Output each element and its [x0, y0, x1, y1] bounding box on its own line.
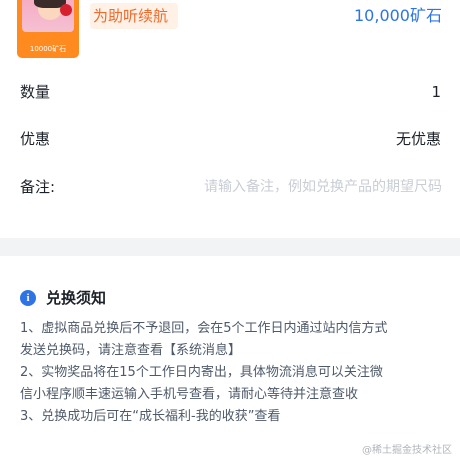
- section-divider: [0, 238, 460, 256]
- info-icon: i: [20, 290, 36, 306]
- notice-line: 发送兑换码，请注意查看【系统消息】: [20, 343, 242, 358]
- product-thumbnail: 10000矿石: [17, 0, 79, 58]
- notice-line: 1、虚拟商品兑换后不予退回，会在5个工作日内通过站内信方式: [20, 321, 388, 336]
- remark-input[interactable]: [158, 174, 442, 200]
- product-name: 为助听续航: [90, 3, 179, 29]
- product-summary: 10000矿石 为助听续航 10,000矿石: [0, 0, 460, 64]
- notice-line: 信小程序顺丰速运输入手机号查看，请耐心等待并注意查收: [20, 387, 359, 402]
- redeem-page: 10000矿石 为助听续航 10,000矿石 数量 1 优惠 无优惠 备注: i…: [0, 0, 460, 460]
- watermark: @稀土掘金技术社区: [362, 445, 452, 456]
- product-thumbnail-art: [22, 0, 74, 32]
- remark-label: 备注:: [20, 178, 56, 196]
- quantity-label: 数量: [20, 83, 51, 101]
- redeem-notice: i 兑换须知 1、虚拟商品兑换后不予退回，会在5个工作日内通过站内信方式 发送兑…: [0, 256, 460, 460]
- product-price: 10,000矿石: [354, 6, 442, 25]
- thumbnail-label: 10000矿石: [29, 45, 67, 53]
- thumbnail-bow: [60, 4, 72, 16]
- remark-row: 备注:: [0, 171, 460, 203]
- notice-body: 1、虚拟商品兑换后不予退回，会在5个工作日内通过站内信方式 发送兑换码，请注意查…: [20, 318, 445, 428]
- discount-label: 优惠: [20, 130, 51, 148]
- discount-row[interactable]: 优惠 无优惠: [0, 123, 460, 155]
- notice-title: 兑换须知: [46, 289, 107, 307]
- discount-value[interactable]: 无优惠: [396, 123, 441, 155]
- quantity-row: 数量 1: [0, 76, 460, 108]
- notice-line: 3、兑换成功后可在“成长福利-我的收获”查看: [20, 409, 281, 424]
- quantity-value[interactable]: 1: [431, 76, 441, 108]
- notice-line: 2、实物奖品将在15个工作日内寄出，具体物流消息可以关注微: [20, 365, 383, 380]
